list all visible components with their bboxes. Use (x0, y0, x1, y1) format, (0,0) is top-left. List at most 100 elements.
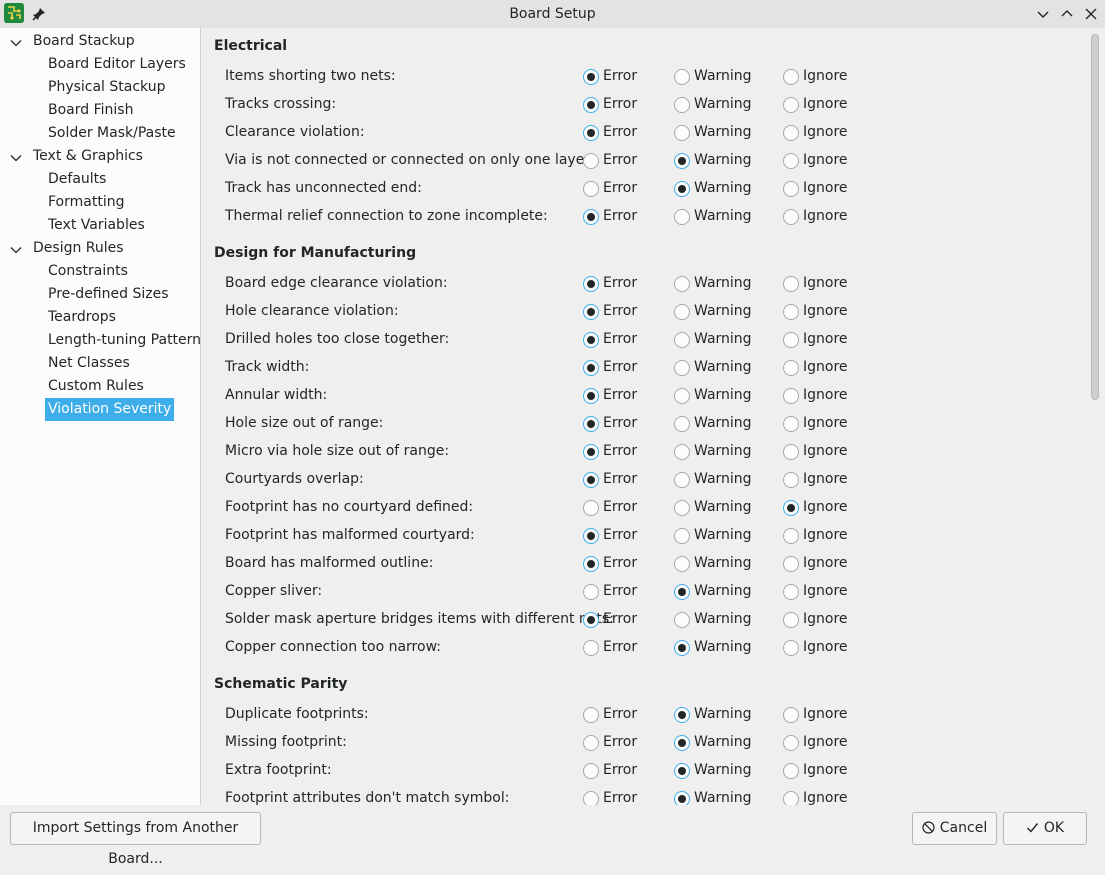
radio-indicator[interactable] (783, 791, 799, 805)
chevron-down-icon[interactable] (9, 35, 23, 49)
radio-indicator[interactable] (783, 388, 799, 404)
radio-indicator[interactable] (674, 304, 690, 320)
radio-indicator[interactable] (583, 388, 599, 404)
radio-indicator[interactable] (783, 181, 799, 197)
radio-indicator[interactable] (674, 444, 690, 460)
tree-item[interactable]: Length-tuning Patterns (48, 329, 208, 352)
radio-indicator[interactable] (783, 500, 799, 516)
radio-indicator[interactable] (583, 153, 599, 169)
tree-group-0[interactable]: Board Stackup (33, 30, 135, 53)
rule-label: Footprint has malformed courtyard: (225, 527, 475, 543)
radio-indicator[interactable] (674, 791, 690, 805)
radio-indicator[interactable] (674, 612, 690, 628)
radio-indicator[interactable] (674, 416, 690, 432)
tree-item[interactable]: Pre-defined Sizes (48, 283, 168, 306)
tree-group-1[interactable]: Text & Graphics (33, 145, 143, 168)
tree-group-2[interactable]: Design Rules (33, 237, 124, 260)
chevron-down-icon[interactable] (9, 242, 23, 256)
radio-indicator[interactable] (583, 276, 599, 292)
radio-indicator[interactable] (583, 500, 599, 516)
radio-indicator[interactable] (783, 444, 799, 460)
radio-indicator[interactable] (674, 500, 690, 516)
radio-indicator[interactable] (583, 360, 599, 376)
radio-indicator[interactable] (674, 707, 690, 723)
tree-item[interactable]: Text Variables (48, 214, 145, 237)
radio-indicator[interactable] (674, 332, 690, 348)
radio-indicator[interactable] (583, 528, 599, 544)
radio-indicator[interactable] (583, 763, 599, 779)
ok-button[interactable]: OK (1003, 812, 1087, 845)
radio-indicator[interactable] (783, 276, 799, 292)
radio-indicator[interactable] (783, 472, 799, 488)
close-button[interactable] (1082, 5, 1100, 23)
radio-indicator[interactable] (583, 209, 599, 225)
radio-indicator[interactable] (674, 125, 690, 141)
vertical-scrollbar[interactable] (1091, 34, 1099, 400)
radio-indicator[interactable] (783, 735, 799, 751)
radio-indicator[interactable] (674, 360, 690, 376)
radio-indicator[interactable] (583, 304, 599, 320)
radio-indicator[interactable] (783, 612, 799, 628)
radio-indicator[interactable] (674, 69, 690, 85)
tree-item[interactable]: Violation Severity (45, 398, 175, 421)
radio-indicator[interactable] (783, 556, 799, 572)
radio-indicator[interactable] (674, 181, 690, 197)
radio-indicator[interactable] (583, 125, 599, 141)
tree-item[interactable]: Board Finish (48, 99, 133, 122)
radio-indicator[interactable] (674, 735, 690, 751)
radio-indicator[interactable] (674, 763, 690, 779)
radio-indicator[interactable] (783, 416, 799, 432)
radio-indicator[interactable] (583, 735, 599, 751)
radio-indicator[interactable] (783, 97, 799, 113)
radio-indicator[interactable] (783, 153, 799, 169)
tree-item[interactable]: Custom Rules (48, 375, 144, 398)
radio-indicator[interactable] (583, 332, 599, 348)
tree-item[interactable]: Physical Stackup (48, 76, 166, 99)
radio-indicator[interactable] (783, 332, 799, 348)
tree-item[interactable]: Board Editor Layers (48, 53, 186, 76)
radio-indicator[interactable] (783, 209, 799, 225)
radio-indicator[interactable] (674, 153, 690, 169)
radio-indicator[interactable] (674, 276, 690, 292)
radio-indicator[interactable] (783, 528, 799, 544)
radio-indicator[interactable] (583, 612, 599, 628)
tree-item[interactable]: Formatting (48, 191, 124, 214)
import-settings-button[interactable]: Import Settings from Another Board... (10, 812, 261, 867)
radio-indicator[interactable] (783, 707, 799, 723)
radio-indicator[interactable] (583, 584, 599, 600)
maximize-button[interactable] (1058, 5, 1076, 23)
radio-indicator[interactable] (583, 791, 599, 805)
radio-indicator[interactable] (783, 584, 799, 600)
radio-indicator[interactable] (583, 472, 599, 488)
chevron-down-icon[interactable] (9, 150, 23, 164)
radio-indicator[interactable] (674, 584, 690, 600)
radio-indicator[interactable] (674, 556, 690, 572)
radio-indicator[interactable] (674, 388, 690, 404)
radio-indicator[interactable] (583, 97, 599, 113)
tree-item[interactable]: Net Classes (48, 352, 130, 375)
tree-item[interactable]: Solder Mask/Paste (48, 122, 176, 145)
radio-indicator[interactable] (674, 528, 690, 544)
radio-indicator[interactable] (783, 360, 799, 376)
radio-indicator[interactable] (783, 304, 799, 320)
radio-indicator[interactable] (674, 640, 690, 656)
tree-item[interactable]: Teardrops (48, 306, 116, 329)
radio-indicator[interactable] (674, 472, 690, 488)
radio-indicator[interactable] (583, 444, 599, 460)
cancel-button[interactable]: Cancel (912, 812, 997, 845)
tree-item[interactable]: Defaults (48, 168, 106, 191)
radio-indicator[interactable] (583, 556, 599, 572)
radio-indicator[interactable] (583, 707, 599, 723)
radio-indicator[interactable] (583, 69, 599, 85)
tree-item[interactable]: Constraints (48, 260, 128, 283)
minimize-button[interactable] (1034, 5, 1052, 23)
radio-indicator[interactable] (783, 763, 799, 779)
radio-indicator[interactable] (674, 209, 690, 225)
radio-indicator[interactable] (583, 640, 599, 656)
radio-indicator[interactable] (783, 69, 799, 85)
radio-indicator[interactable] (583, 181, 599, 197)
radio-indicator[interactable] (674, 97, 690, 113)
radio-indicator[interactable] (783, 640, 799, 656)
radio-indicator[interactable] (583, 416, 599, 432)
radio-indicator[interactable] (783, 125, 799, 141)
